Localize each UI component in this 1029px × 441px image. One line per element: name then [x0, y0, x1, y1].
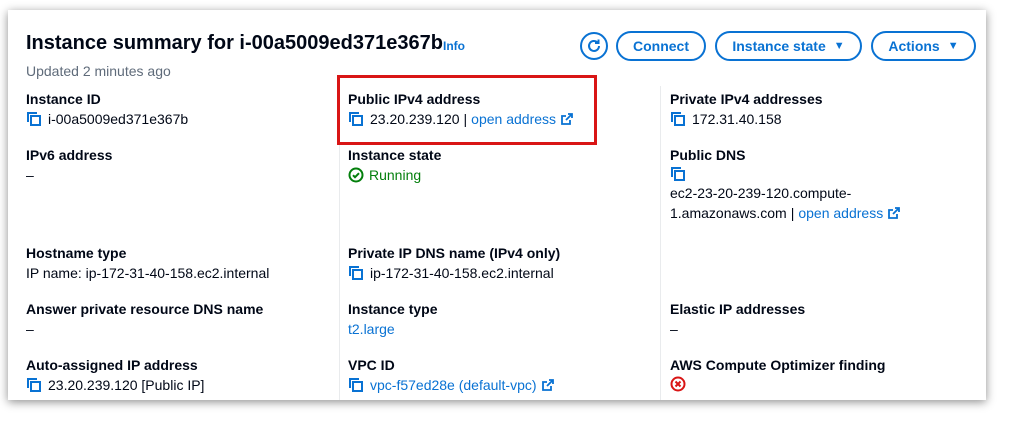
public-dns-value-line1: ec2-23-20-239-120.compute- [670, 185, 852, 201]
instance-type-label: Instance type [348, 301, 438, 317]
updated-timestamp: Updated 2 minutes ago [26, 63, 171, 79]
open-address-link[interactable]: open address [798, 204, 883, 222]
external-link-icon[interactable] [888, 207, 901, 219]
caret-down-icon: ▼ [947, 40, 959, 52]
copy-icon[interactable] [670, 166, 686, 182]
connect-button-label: Connect [633, 38, 689, 54]
status-success-icon [348, 167, 364, 183]
ipv6-value: – [26, 167, 34, 183]
vpc-link[interactable]: vpc-f57ed28e (default-vpc) [370, 376, 537, 394]
ipv6-label: IPv6 address [26, 147, 113, 163]
optimizer-label: AWS Compute Optimizer finding [670, 357, 886, 373]
column-divider [660, 86, 661, 400]
refresh-icon [588, 39, 600, 52]
caret-down-icon: ▼ [833, 40, 845, 52]
private-ipv4-label: Private IPv4 addresses [670, 91, 823, 107]
private-dns-field: Private IP DNS name (IPv4 only) ip-172-3… [348, 244, 560, 282]
auto-ip-label: Auto-assigned IP address [26, 357, 198, 373]
public-dns-field: Public DNS ec2-23-20-239-120.compute- 1.… [670, 146, 901, 222]
private-ipv4-field: Private IPv4 addresses 172.31.40.158 [670, 90, 823, 128]
hostname-type-value: IP name: ip-172-31-40-158.ec2.internal [26, 265, 270, 281]
instance-id-value: i-00a5009ed371e367b [48, 111, 189, 127]
instance-type-link[interactable]: t2.large [348, 320, 395, 338]
auto-ip-value: 23.20.239.120 [Public IP] [48, 377, 205, 393]
highlight-box [337, 75, 597, 145]
instance-state-button-label: Instance state [732, 38, 826, 54]
public-dns-label: Public DNS [670, 147, 746, 163]
private-dns-value: ip-172-31-40-158.ec2.internal [370, 265, 554, 281]
actions-button[interactable]: Actions ▼ [871, 31, 976, 61]
vpc-field: VPC ID vpc-f57ed28e (default-vpc) [348, 356, 554, 394]
public-dns-value-line2: 1.amazonaws.com [670, 205, 787, 221]
refresh-button[interactable] [580, 32, 608, 60]
hostname-type-field: Hostname type IP name: ip-172-31-40-158.… [26, 244, 269, 282]
instance-state-value: Running [369, 167, 422, 183]
actions-button-label: Actions [888, 38, 940, 54]
optimizer-field: AWS Compute Optimizer finding [670, 356, 885, 392]
private-ipv4-value: 172.31.40.158 [692, 111, 782, 127]
instance-type-field: Instance type t2.large [348, 300, 437, 338]
private-dns-label: Private IP DNS name (IPv4 only) [348, 245, 561, 261]
page-title: Instance summary for i-00a5009ed371e367b [26, 32, 443, 54]
vpc-label: VPC ID [348, 357, 395, 373]
instance-summary-panel: Instance summary for i-00a5009ed371e367b… [8, 10, 986, 400]
copy-icon[interactable] [26, 377, 42, 393]
elastic-ip-label: Elastic IP addresses [670, 301, 806, 317]
instance-id-field: Instance ID i-00a5009ed371e367b [26, 90, 188, 128]
instance-state-label: Instance state [348, 147, 442, 163]
hostname-type-label: Hostname type [26, 245, 127, 261]
elastic-ip-value: – [670, 321, 678, 337]
answer-dns-value: – [26, 321, 34, 337]
instance-state-field: Instance state Running [348, 146, 441, 184]
separator: | [790, 205, 795, 221]
ipv6-field: IPv6 address – [26, 146, 112, 184]
answer-dns-field: Answer private resource DNS name – [26, 300, 263, 338]
copy-icon[interactable] [670, 111, 686, 127]
instance-id-label: Instance ID [26, 91, 101, 107]
instance-state-button[interactable]: Instance state ▼ [715, 31, 862, 61]
copy-icon[interactable] [348, 265, 364, 281]
answer-dns-label: Answer private resource DNS name [26, 301, 264, 317]
connect-button[interactable]: Connect [616, 31, 706, 61]
external-link-icon[interactable] [541, 379, 554, 391]
auto-ip-field: Auto-assigned IP address 23.20.239.120 [… [26, 356, 204, 394]
elastic-ip-field: Elastic IP addresses – [670, 300, 805, 338]
copy-icon[interactable] [348, 377, 364, 393]
status-error-icon [670, 376, 686, 392]
info-link[interactable]: Info [443, 39, 465, 53]
copy-icon[interactable] [26, 111, 42, 127]
